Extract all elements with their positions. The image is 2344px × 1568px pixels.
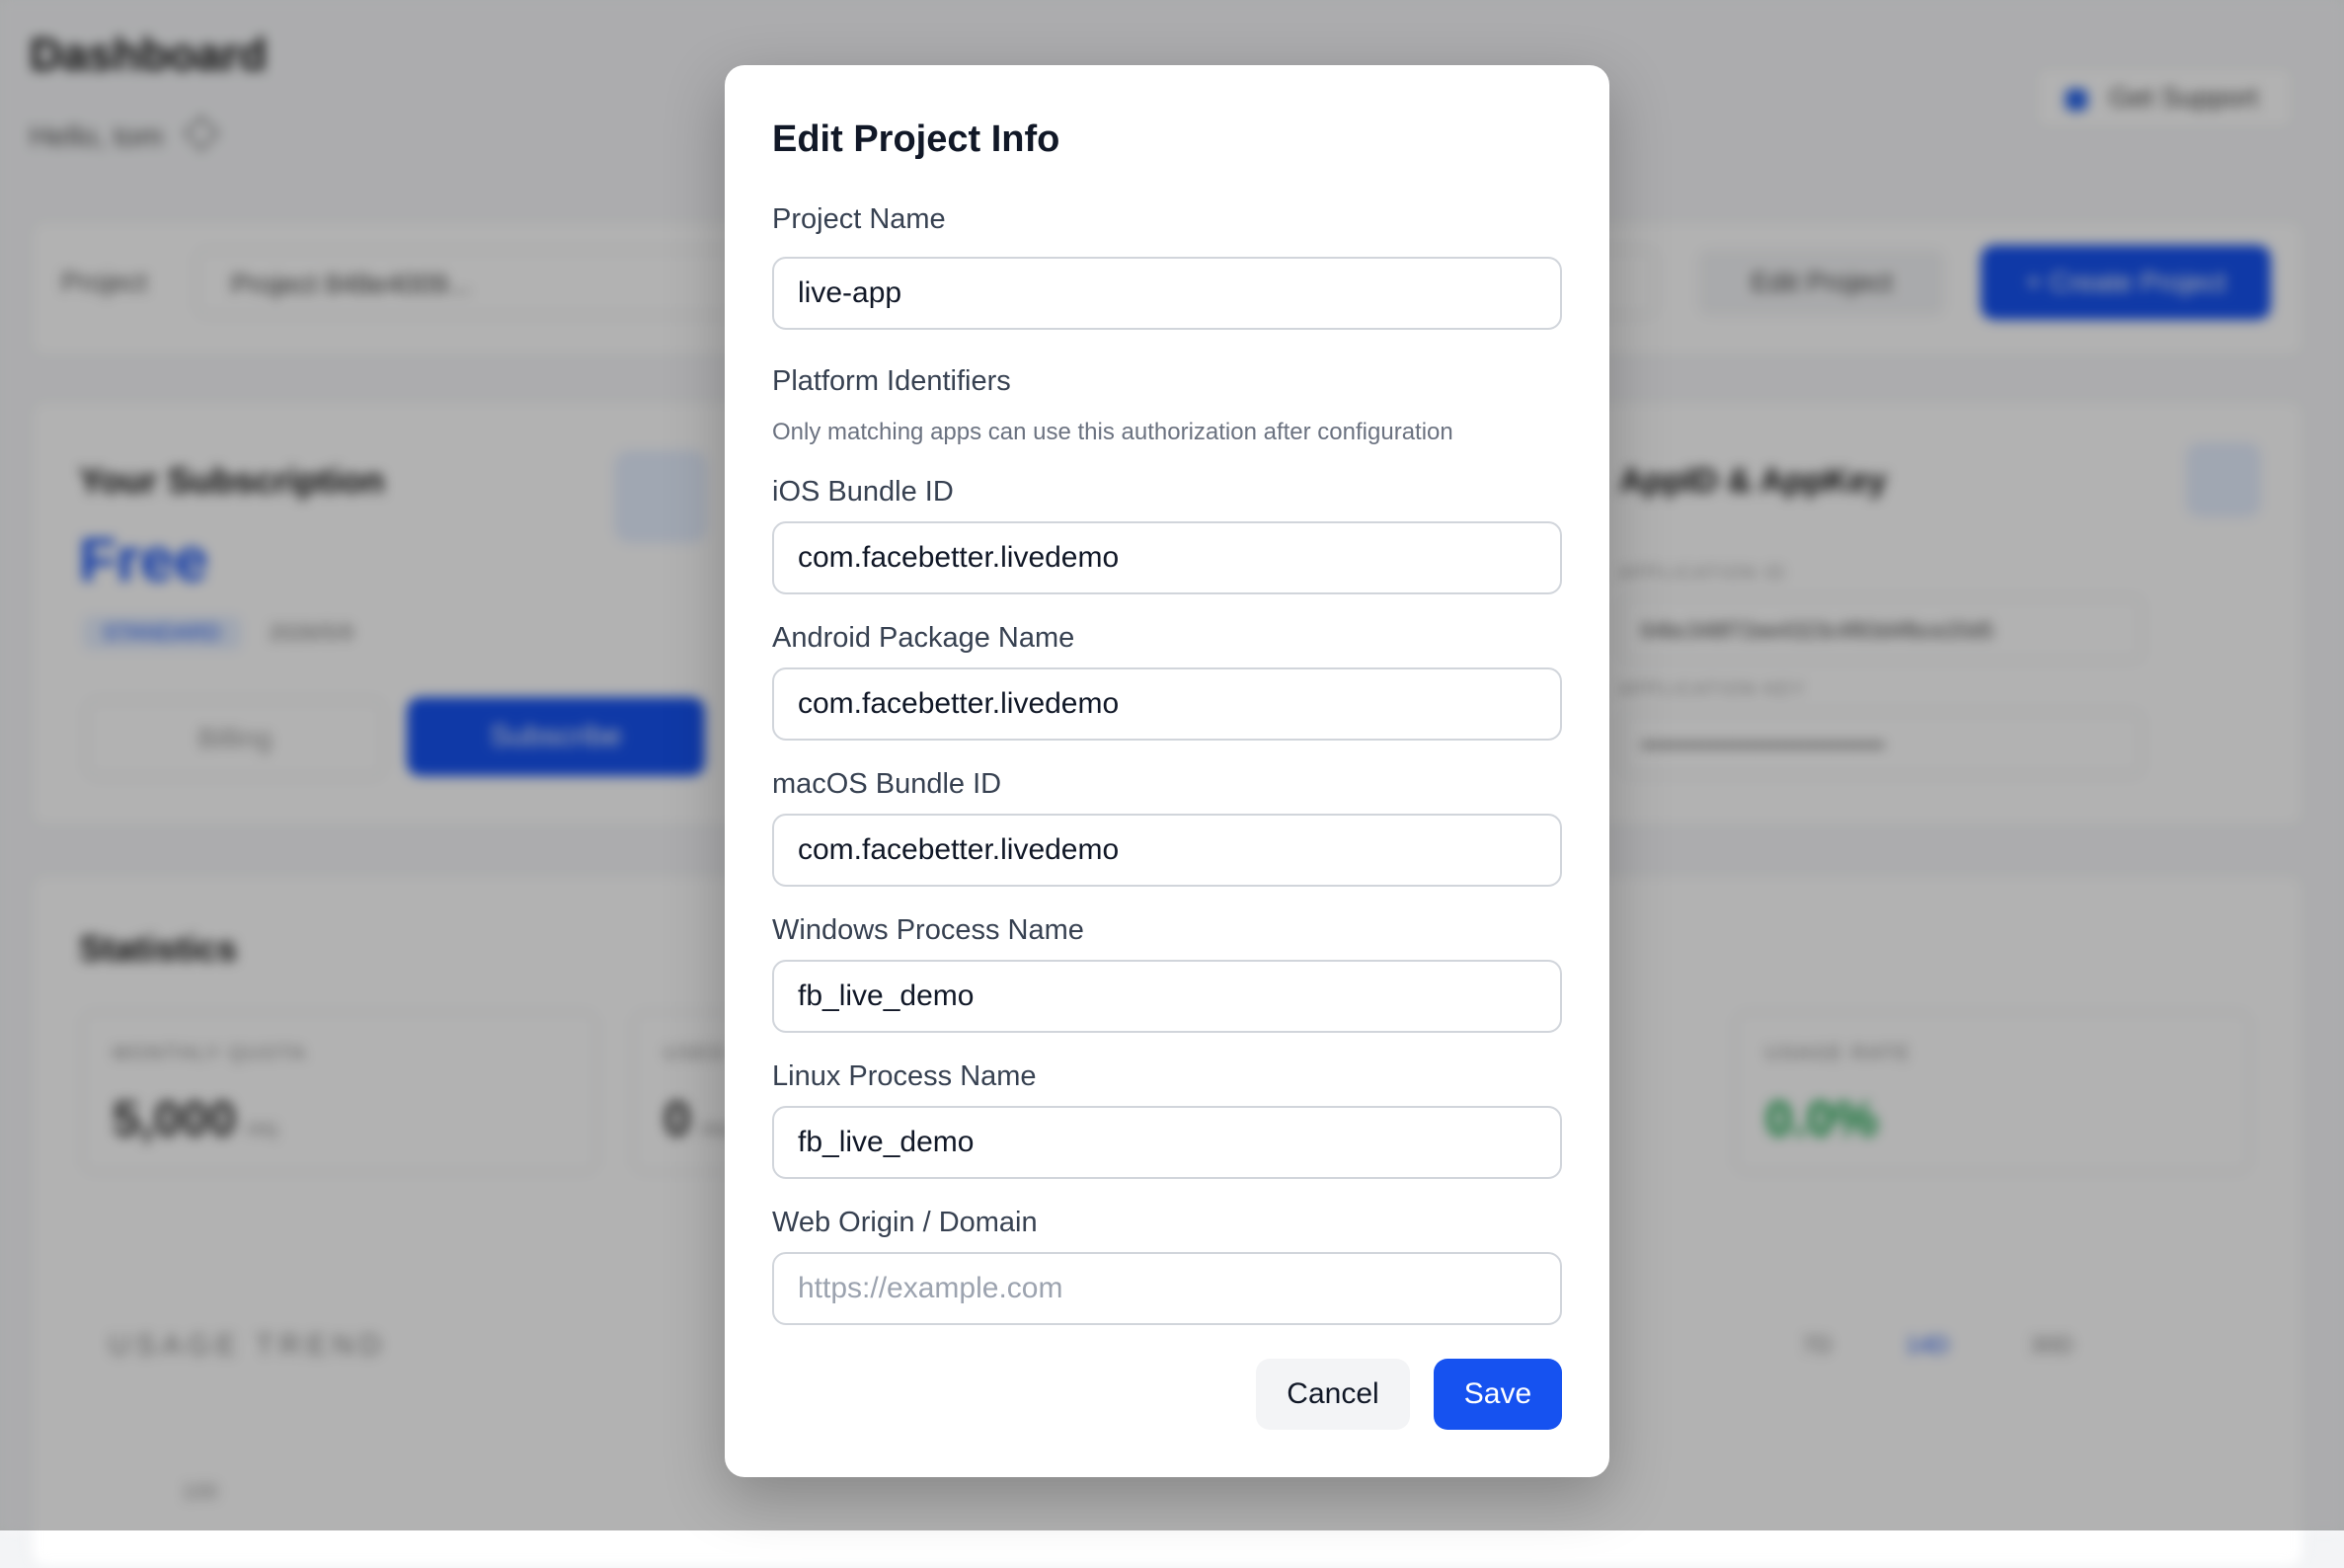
ios-bundle-input[interactable]	[772, 521, 1562, 594]
ios-bundle-label: iOS Bundle ID	[772, 476, 954, 508]
platform-identifiers-hint: Only matching apps can use this authoriz…	[772, 419, 1453, 445]
linux-process-label: Linux Process Name	[772, 1060, 1037, 1092]
dialog-title: Edit Project Info	[772, 118, 1060, 160]
edit-project-dialog: Edit Project Info Project Name Platform …	[725, 65, 1609, 1477]
web-origin-input[interactable]	[772, 1252, 1562, 1325]
linux-process-input[interactable]	[772, 1106, 1562, 1179]
android-package-input[interactable]	[772, 667, 1562, 741]
cancel-button[interactable]: Cancel	[1256, 1359, 1410, 1430]
macos-bundle-label: macOS Bundle ID	[772, 768, 1002, 800]
windows-process-input[interactable]	[772, 960, 1562, 1033]
macos-bundle-input[interactable]	[772, 814, 1562, 887]
project-name-label: Project Name	[772, 203, 946, 235]
windows-process-label: Windows Process Name	[772, 914, 1084, 946]
project-name-input[interactable]	[772, 257, 1562, 330]
save-button[interactable]: Save	[1434, 1359, 1562, 1430]
web-origin-label: Web Origin / Domain	[772, 1207, 1038, 1238]
platform-identifiers-title: Platform Identifiers	[772, 365, 1011, 397]
android-package-label: Android Package Name	[772, 622, 1075, 654]
